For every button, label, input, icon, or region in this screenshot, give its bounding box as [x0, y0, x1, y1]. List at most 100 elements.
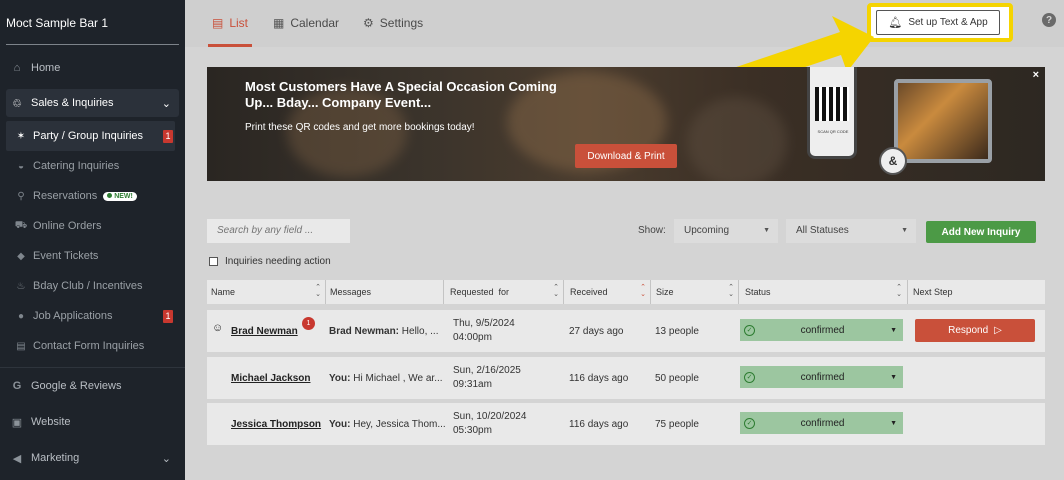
smile-icon: ☺	[212, 322, 224, 334]
party-size: 50 people	[655, 372, 699, 384]
restaurant-photo	[894, 79, 992, 163]
received-age: 116 days ago	[569, 372, 629, 384]
help-icon[interactable]: ?	[1042, 13, 1056, 27]
home-icon: ⌂	[13, 62, 21, 74]
message-preview[interactable]: Brad Newman: Hello, ...	[329, 326, 438, 337]
promo-banner: Most Customers Have A Special Occasion C…	[207, 67, 1045, 181]
bell-gear-icon: 🔔︎	[888, 17, 903, 29]
sidebar-item-label: Job Applications	[33, 310, 113, 322]
nav-label: Marketing	[31, 452, 80, 464]
column-received[interactable]: Received ⌃ ⌄	[566, 280, 650, 304]
message-icon: ▤	[16, 340, 26, 352]
contact-name-link[interactable]: Michael Jackson	[231, 373, 310, 384]
count-badge: 1	[163, 309, 173, 323]
nav-home-label: Home	[31, 62, 61, 74]
sidebar-item-label: Online Orders	[33, 220, 102, 232]
new-badge: NEW!	[103, 191, 137, 201]
check-circle-icon: ✓	[744, 417, 755, 429]
check-circle-icon: ✓	[744, 324, 755, 336]
show-label: Show:	[638, 225, 666, 236]
tab-label: Calendar	[290, 16, 340, 30]
sort-icon: ⌃ ⌄	[640, 284, 646, 298]
sidebar-item-reservations[interactable]: ⚲ Reservations NEW!	[0, 181, 185, 211]
chevron-down-icon: ⌄	[161, 452, 171, 465]
unread-badge: 1	[302, 317, 315, 330]
nav-home[interactable]: ⌂ Home	[0, 53, 185, 83]
setup-text-app-button[interactable]: 🔔︎ Set up Text & App	[876, 10, 1000, 35]
message-preview[interactable]: You: Hi Michael , We ar...	[329, 373, 443, 384]
banner-title: Most Customers Have A Special Occasion C…	[245, 79, 557, 110]
brand-name[interactable]: Moct Sample Bar 1	[0, 0, 185, 44]
nav-label: Website	[31, 416, 71, 428]
table-row[interactable]: ☺ Brad Newman 1 Brad Newman: Hello, ... …	[207, 310, 1045, 352]
search-input[interactable]	[207, 219, 350, 243]
nav-website[interactable]: ▣ Website	[0, 404, 185, 440]
tab-label: Settings	[379, 16, 424, 30]
add-new-inquiry-button[interactable]: Add New Inquiry	[926, 221, 1036, 243]
sidebar-item-label: Event Tickets	[33, 250, 99, 262]
status-dropdown[interactable]: ✓ confirmed ▼	[740, 319, 903, 341]
status-select[interactable]: All Statuses ▼	[786, 219, 916, 243]
contact-name-link[interactable]: Jessica Thompson	[231, 419, 321, 430]
column-name[interactable]: Name ⌃ ⌄	[207, 280, 325, 304]
requested-date: Sun, 2/16/2025	[453, 365, 521, 376]
website-icon: ▣	[11, 416, 23, 429]
calendar-icon: ▦	[273, 16, 285, 30]
nav-sales-inquiries[interactable]: ♲ Sales & Inquiries ⌄	[6, 89, 179, 117]
sidebar-item-label: Contact Form Inquiries	[33, 340, 145, 352]
nav-google-reviews[interactable]: G Google & Reviews	[0, 368, 185, 404]
column-next-step: Next Step	[913, 287, 953, 297]
google-icon: G	[12, 380, 22, 392]
caret-down-icon: ▼	[890, 326, 897, 334]
show-select[interactable]: Upcoming ▼	[674, 219, 778, 243]
sidebar-item-bday-club[interactable]: ♨ Bday Club / Incentives	[0, 271, 185, 301]
tab-list[interactable]: ▤ List	[212, 16, 248, 30]
column-status[interactable]: Status ⌃ ⌄	[741, 280, 906, 304]
search-field[interactable]	[217, 225, 350, 236]
sidebar-item-event-tickets[interactable]: ◆ Event Tickets	[0, 241, 185, 271]
column-messages: Messages	[330, 287, 372, 297]
sort-icon: ⌃ ⌄	[896, 284, 902, 298]
column-requested-for[interactable]: Requested for ⌃ ⌄	[446, 280, 563, 304]
table-row[interactable]: Michael Jackson You: Hi Michael , We ar.…	[207, 357, 1045, 399]
sidebar-item-job-applications[interactable]: ● Job Applications 1	[0, 301, 185, 331]
qr-code-icon	[815, 87, 849, 121]
contact-name-link[interactable]: Brad Newman	[231, 326, 298, 337]
sidebar-item-label: Reservations	[33, 190, 98, 202]
needing-action-filter[interactable]: Inquiries needing action	[209, 256, 331, 267]
received-age: 27 days ago	[569, 325, 624, 337]
caret-down-icon: ▼	[890, 419, 897, 427]
active-tab-indicator	[208, 44, 252, 47]
tab-settings[interactable]: ⚙ Settings	[363, 16, 423, 30]
column-size[interactable]: Size ⌃ ⌄	[652, 280, 738, 304]
sidebar-item-party-inquiries[interactable]: ✶ Party / Group Inquiries 1	[6, 121, 175, 151]
message-preview[interactable]: You: Hey, Jessica Thom...	[329, 419, 446, 430]
party-size: 13 people	[655, 325, 699, 337]
divider	[6, 44, 179, 45]
requested-date: Sun, 10/20/2024	[453, 411, 527, 422]
checkbox[interactable]	[209, 257, 218, 266]
caret-down-icon: ▼	[901, 227, 908, 234]
nav-sales-label: Sales & Inquiries	[31, 97, 114, 109]
status-dropdown[interactable]: ✓ confirmed ▼	[740, 366, 903, 388]
sidebar-item-label: Party / Group Inquiries	[33, 130, 144, 142]
download-print-button[interactable]: Download & Print	[575, 144, 677, 168]
close-icon[interactable]: ×	[1033, 69, 1039, 81]
cart-icon: ⛟	[14, 219, 28, 231]
table-row[interactable]: Jessica Thompson You: Hey, Jessica Thom.…	[207, 403, 1045, 445]
sidebar-item-catering[interactable]: ◒ Catering Inquiries	[0, 151, 185, 181]
tab-calendar[interactable]: ▦ Calendar	[273, 16, 339, 30]
sidebar-item-label: Catering Inquiries	[33, 160, 120, 172]
requested-time: 04:00pm	[453, 332, 492, 343]
sidebar-item-contact-form[interactable]: ▤ Contact Form Inquiries	[0, 331, 185, 361]
requested-date: Thu, 9/5/2024	[453, 318, 515, 329]
sidebar-item-online-orders[interactable]: ⛟ Online Orders	[0, 211, 185, 241]
caret-down-icon: ▼	[763, 227, 770, 234]
ticket-icon: ◆	[17, 250, 25, 262]
party-size: 75 people	[655, 418, 699, 430]
tab-label: List	[229, 16, 249, 30]
status-dropdown[interactable]: ✓ confirmed ▼	[740, 412, 903, 434]
sort-icon: ⌃ ⌄	[315, 284, 321, 298]
nav-marketing[interactable]: ◀ Marketing ⌄	[0, 440, 185, 476]
respond-button[interactable]: Respond ▷	[915, 319, 1035, 342]
